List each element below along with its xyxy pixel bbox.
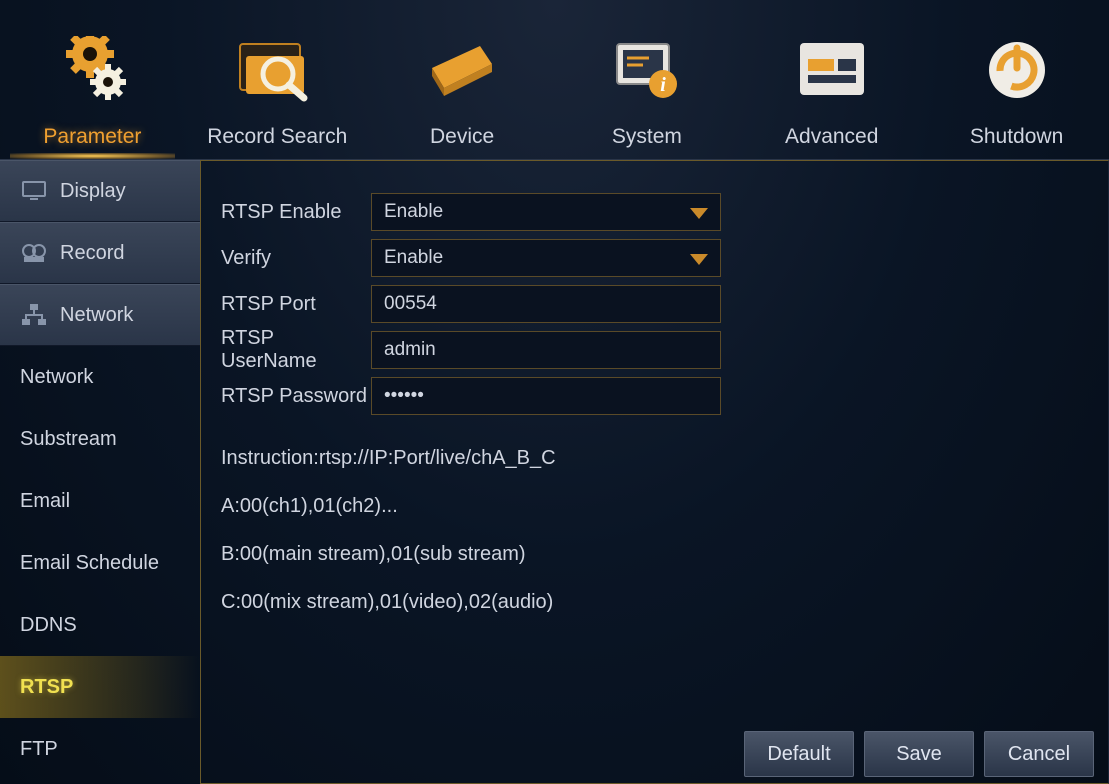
advanced-icon xyxy=(787,32,877,107)
sidebar-item-substream[interactable]: Substream xyxy=(0,408,200,470)
label-verify: Verify xyxy=(221,247,371,270)
instruction-line-2: A:00(ch1),01(ch2)... xyxy=(221,491,1088,521)
tab-advanced-label: Advanced xyxy=(785,125,878,149)
tab-parameter[interactable]: Parameter xyxy=(0,0,185,159)
input-rtsp-password[interactable]: •••••• xyxy=(371,377,721,415)
sidebar-item-label: DDNS xyxy=(20,614,77,637)
network-icon xyxy=(18,303,50,327)
label-rtsp-username: RTSP UserName xyxy=(221,327,371,373)
cancel-button[interactable]: Cancel xyxy=(984,731,1094,777)
disk-icon xyxy=(417,32,507,107)
search-folder-icon xyxy=(232,32,322,107)
sidebar-item-record[interactable]: Record xyxy=(0,222,200,284)
select-verify-value: Enable xyxy=(384,247,443,269)
tab-device-label: Device xyxy=(430,125,494,149)
tab-system[interactable]: i System xyxy=(554,0,739,159)
select-rtsp-enable-value: Enable xyxy=(384,201,443,223)
row-rtsp-password: RTSP Password •••••• xyxy=(221,373,1088,419)
sidebar-item-email-schedule[interactable]: Email Schedule xyxy=(0,532,200,594)
tab-device[interactable]: Device xyxy=(370,0,555,159)
svg-text:i: i xyxy=(660,74,666,96)
save-button-label: Save xyxy=(896,743,942,766)
sidebar-item-label: Network xyxy=(20,366,93,389)
select-verify[interactable]: Enable xyxy=(371,239,721,277)
sidebar-item-email[interactable]: Email xyxy=(0,470,200,532)
sidebar-item-network[interactable]: Network xyxy=(0,284,200,346)
row-rtsp-enable: RTSP Enable Enable xyxy=(221,189,1088,235)
sidebar-item-network-sub[interactable]: Network xyxy=(0,346,200,408)
sidebar-item-label: Email Schedule xyxy=(20,552,159,575)
save-button[interactable]: Save xyxy=(864,731,974,777)
input-rtsp-username-value: admin xyxy=(384,339,436,361)
row-rtsp-port: RTSP Port 00554 xyxy=(221,281,1088,327)
label-rtsp-password: RTSP Password xyxy=(221,385,371,408)
tab-shutdown[interactable]: Shutdown xyxy=(924,0,1109,159)
sidebar-item-label: Substream xyxy=(20,428,117,451)
instruction-line-1: Instruction:rtsp://IP:Port/live/chA_B_C xyxy=(221,443,1088,473)
sidebar-item-label: Email xyxy=(20,490,70,513)
select-rtsp-enable[interactable]: Enable xyxy=(371,193,721,231)
content-panel: RTSP Enable Enable Verify Enable RTSP Po… xyxy=(200,160,1109,784)
sidebar-item-display[interactable]: Display xyxy=(0,160,200,222)
input-rtsp-port[interactable]: 00554 xyxy=(371,285,721,323)
row-verify: Verify Enable xyxy=(221,235,1088,281)
default-button[interactable]: Default xyxy=(744,731,854,777)
input-rtsp-password-value: •••••• xyxy=(384,385,424,407)
tab-record-search[interactable]: Record Search xyxy=(185,0,370,159)
instruction-line-4: C:00(mix stream),01(video),02(audio) xyxy=(221,587,1088,617)
button-bar: Default Save Cancel xyxy=(744,731,1094,777)
sidebar-item-label: FTP xyxy=(20,738,58,761)
tab-record-search-label: Record Search xyxy=(207,125,347,149)
label-rtsp-port: RTSP Port xyxy=(221,293,371,316)
row-rtsp-username: RTSP UserName admin xyxy=(221,327,1088,373)
input-rtsp-username[interactable]: admin xyxy=(371,331,721,369)
top-tabs: Parameter Record Search Device xyxy=(0,0,1109,160)
label-rtsp-enable: RTSP Enable xyxy=(221,201,371,224)
gears-icon xyxy=(47,32,137,107)
monitor-icon xyxy=(18,180,50,202)
tab-system-label: System xyxy=(612,125,682,149)
main-area: Display Record Network Network Substream… xyxy=(0,160,1109,784)
instruction-line-3: B:00(main stream),01(sub stream) xyxy=(221,539,1088,569)
tab-advanced[interactable]: Advanced xyxy=(739,0,924,159)
sidebar-item-ddns[interactable]: DDNS xyxy=(0,594,200,656)
sidebar-item-label: Network xyxy=(60,304,133,327)
sidebar-item-label: Record xyxy=(60,242,124,265)
sidebar-item-rtsp[interactable]: RTSP xyxy=(0,656,200,718)
tab-parameter-label: Parameter xyxy=(43,125,141,149)
default-button-label: Default xyxy=(767,743,830,766)
tab-shutdown-label: Shutdown xyxy=(970,125,1063,149)
power-icon xyxy=(972,32,1062,107)
sidebar-item-label: Display xyxy=(60,180,126,203)
sidebar: Display Record Network Network Substream… xyxy=(0,160,200,784)
sidebar-item-label: RTSP xyxy=(20,676,73,699)
input-rtsp-port-value: 00554 xyxy=(384,293,437,315)
cancel-button-label: Cancel xyxy=(1008,743,1070,766)
system-icon: i xyxy=(602,32,692,107)
sidebar-item-ftp[interactable]: FTP xyxy=(0,718,200,780)
film-icon xyxy=(18,242,50,264)
